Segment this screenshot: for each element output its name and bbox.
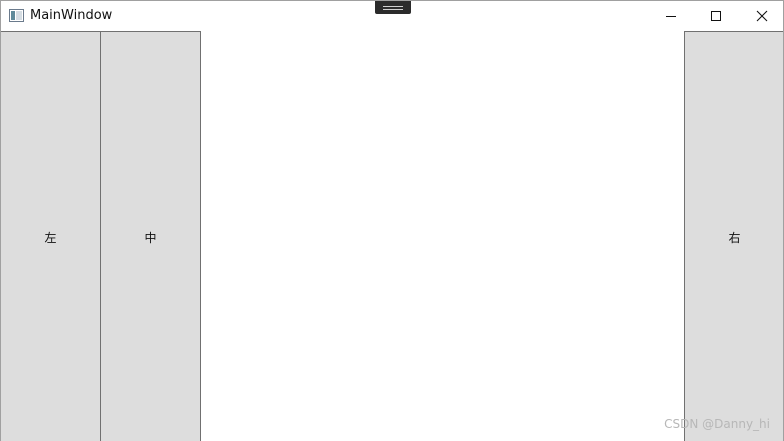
left-button-label: 左 [44,230,57,245]
middle-button[interactable]: 中 [100,31,201,441]
minimize-icon [666,15,676,17]
maximize-icon [711,11,721,21]
drag-handle-icon[interactable] [375,1,411,14]
minimize-button[interactable] [648,1,694,31]
right-button-label: 右 [728,230,741,245]
watermark: CSDN @Danny_hi [664,417,770,431]
maximize-button[interactable] [693,1,739,31]
drag-handle-line [383,9,403,10]
app-icon-pane [11,11,15,20]
title-bar[interactable]: MainWindow [1,1,783,31]
drag-handle-line [383,6,403,7]
right-button[interactable]: 右 [684,31,783,441]
main-window: MainWindow 左 中 右 CSDN @Danny_hi [0,0,784,441]
left-button[interactable]: 左 [1,31,101,441]
app-icon-pane-light [16,11,22,20]
middle-button-label: 中 [144,230,157,245]
window-title: MainWindow [30,8,113,23]
close-icon [756,10,768,22]
close-button[interactable] [739,1,783,31]
app-icon [9,9,24,22]
